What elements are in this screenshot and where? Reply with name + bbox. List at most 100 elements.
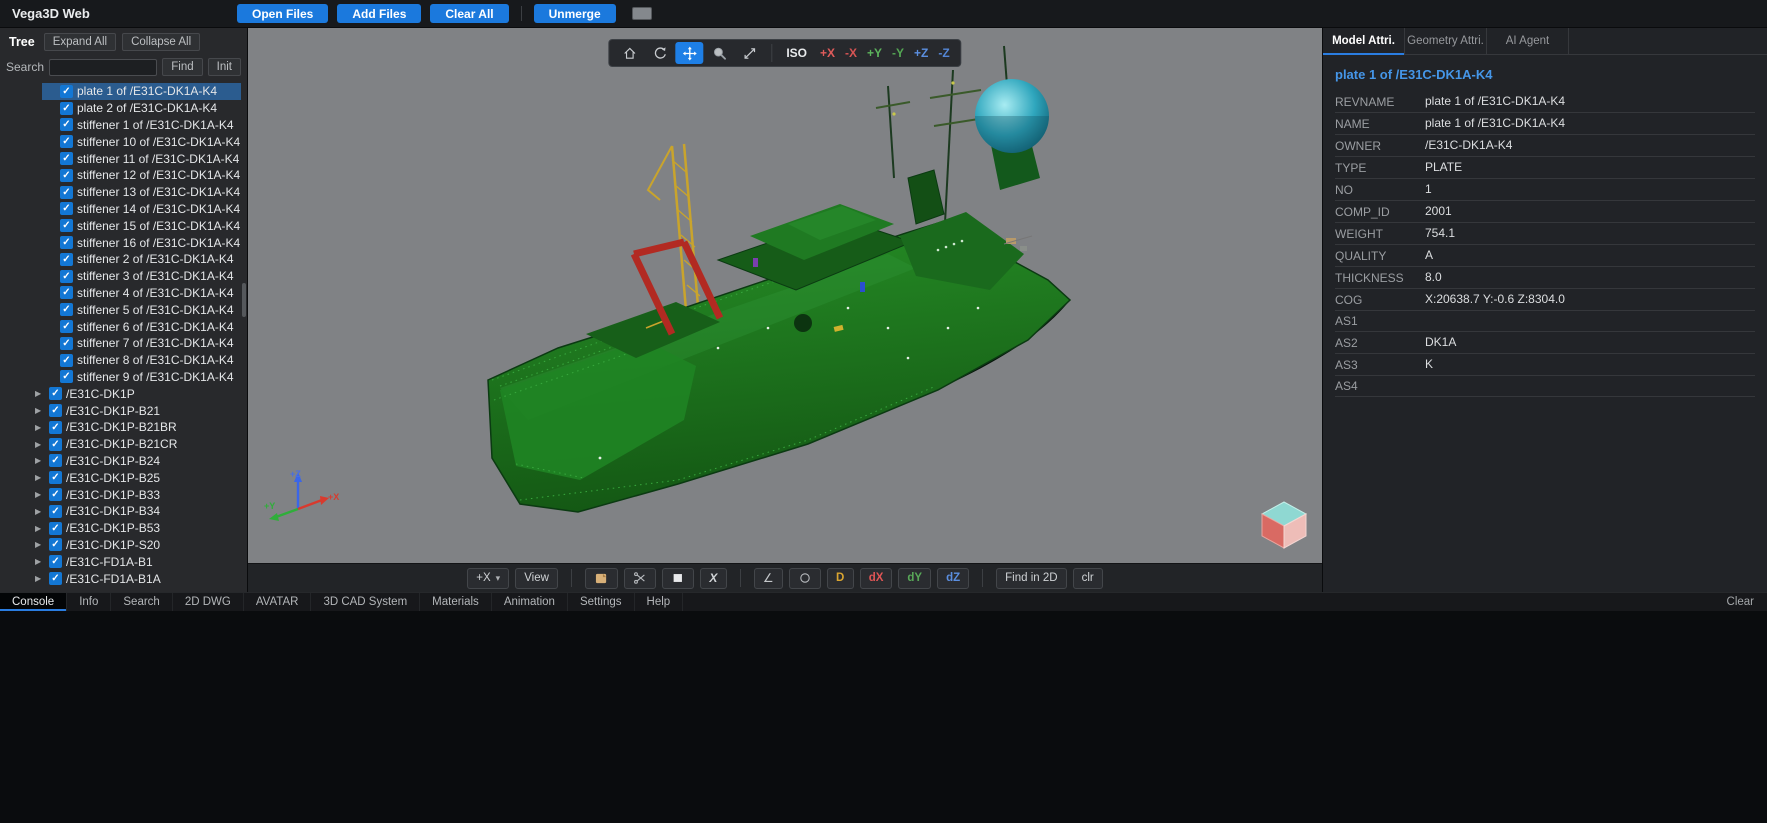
tree-item[interactable]: ✓ stiffener 6 of /E31C-DK1A-K4 (42, 318, 241, 335)
tree-item[interactable]: ▶ ✓ /E31C-DK1P-B21 (0, 402, 241, 419)
tab-geometry-attri[interactable]: Geometry Attri. (1405, 28, 1487, 54)
tree-item[interactable]: ▶ ✓ /E31C-FD1A-B1 (0, 553, 241, 570)
checkbox[interactable]: ✓ (49, 504, 62, 518)
checkbox[interactable]: ✓ (60, 286, 73, 300)
tree-scrollbar[interactable] (242, 283, 246, 317)
checkbox[interactable]: ✓ (49, 454, 62, 468)
checkbox[interactable]: ✓ (49, 471, 62, 485)
tree-item[interactable]: ▶ ✓ /E31C-DK1P-B21BR (0, 419, 241, 436)
checkbox[interactable]: ✓ (49, 420, 62, 434)
collapse-all-button[interactable]: Collapse All (122, 32, 201, 51)
tree-item[interactable]: ✓ stiffener 8 of /E31C-DK1A-K4 (42, 352, 241, 369)
dz-delta-button[interactable]: dZ (937, 567, 970, 589)
checkbox[interactable]: ✓ (60, 336, 73, 350)
angle-button[interactable]: ∠ (753, 567, 783, 589)
expand-arrow-icon[interactable]: ▶ (35, 423, 46, 432)
checkbox[interactable]: ✓ (49, 555, 62, 569)
checkbox[interactable]: ✓ (60, 101, 73, 115)
checkbox[interactable]: ✓ (49, 404, 62, 418)
axis-view-minus-Y[interactable]: -Y (892, 46, 904, 60)
tree-item[interactable]: ▶ ✓ /E31C-DK1P (0, 385, 241, 402)
bottom-tab-materials[interactable]: Materials (420, 593, 492, 611)
circle-button[interactable] (788, 567, 821, 589)
axis-select[interactable]: +X ▾ (467, 567, 510, 589)
tree-item[interactable]: ✓ stiffener 2 of /E31C-DK1A-K4 (42, 251, 241, 268)
tree-item[interactable]: ✓ stiffener 12 of /E31C-DK1A-K4 (42, 167, 241, 184)
checkbox[interactable]: ✓ (60, 320, 73, 334)
axis-view-minus-X[interactable]: -X (845, 46, 857, 60)
checkbox[interactable]: ✓ (49, 572, 62, 585)
tree-item[interactable]: ✓ stiffener 4 of /E31C-DK1A-K4 (42, 285, 241, 302)
tree-item[interactable]: ▶ ✓ /E31C-DK1P-B53 (0, 520, 241, 537)
bottom-tab-3d-cad-system[interactable]: 3D CAD System (311, 593, 421, 611)
dy-delta-button[interactable]: dY (898, 567, 932, 589)
find-in-2d-button[interactable]: Find in 2D (996, 567, 1067, 589)
console-clear-button[interactable]: Clear (1721, 593, 1760, 611)
ship-model[interactable] (248, 28, 1322, 563)
axis-view-plusminus-Y[interactable]: +Y (867, 46, 882, 60)
bottom-tab-animation[interactable]: Animation (492, 593, 568, 611)
checkbox[interactable]: ✓ (60, 303, 73, 317)
tab-ai-agent[interactable]: AI Agent (1487, 28, 1569, 54)
checkbox[interactable]: ✓ (60, 370, 73, 384)
bottom-tab-avatar[interactable]: AVATAR (244, 593, 312, 611)
unmerge-button[interactable]: Unmerge (533, 4, 616, 23)
plane-button[interactable] (661, 567, 694, 589)
bottom-tab-2d-dwg[interactable]: 2D DWG (173, 593, 244, 611)
expand-all-button[interactable]: Expand All (43, 32, 117, 51)
tree-item[interactable]: ✓ stiffener 13 of /E31C-DK1A-K4 (42, 184, 241, 201)
search-input[interactable] (49, 58, 158, 76)
add-files-button[interactable]: Add Files (337, 4, 422, 23)
tree-item[interactable]: ▶ ✓ /E31C-DK1P-B25 (0, 469, 241, 486)
tree-item[interactable]: ✓ stiffener 16 of /E31C-DK1A-K4 (42, 234, 241, 251)
tree-item[interactable]: ▶ ✓ /E31C-DK1P-S20 (0, 537, 241, 554)
tree-item[interactable]: ✓ stiffener 11 of /E31C-DK1A-K4 (42, 150, 241, 167)
expand-arrow-icon[interactable]: ▶ (35, 524, 46, 533)
checkbox[interactable]: ✓ (60, 236, 73, 250)
checkbox[interactable]: ✓ (49, 387, 62, 401)
bottom-tab-console[interactable]: Console (0, 593, 68, 611)
fit-tool-button[interactable] (735, 42, 763, 64)
clip-plane-button[interactable] (584, 567, 618, 589)
nav-cube[interactable] (1258, 498, 1310, 550)
find-button[interactable]: Find (162, 58, 203, 76)
tree-item[interactable]: ✓ plate 1 of /E31C-DK1A-K4 (42, 83, 241, 100)
tree-item[interactable]: ✓ stiffener 10 of /E31C-DK1A-K4 (42, 133, 241, 150)
checkbox[interactable]: ✓ (49, 521, 62, 535)
rotate-tool-button[interactable] (645, 42, 673, 64)
expand-arrow-icon[interactable]: ▶ (35, 440, 46, 449)
checkbox[interactable]: ✓ (60, 202, 73, 216)
tree-item[interactable]: ✓ stiffener 14 of /E31C-DK1A-K4 (42, 201, 241, 218)
checkbox[interactable]: ✓ (60, 118, 73, 132)
axis-view-plusminus-Z[interactable]: +Z (914, 46, 928, 60)
checkbox[interactable]: ✓ (60, 269, 73, 283)
bottom-tab-search[interactable]: Search (111, 593, 173, 611)
checkbox[interactable]: ✓ (60, 84, 73, 98)
d-delta-button[interactable]: D (826, 567, 854, 589)
open-files-button[interactable]: Open Files (237, 4, 329, 23)
view-button[interactable]: View (515, 567, 558, 589)
checkbox[interactable]: ✓ (49, 488, 62, 502)
checkbox[interactable]: ✓ (49, 538, 62, 552)
dx-delta-button[interactable]: dX (859, 567, 893, 589)
clear-all-button[interactable]: Clear All (430, 4, 509, 23)
expand-arrow-icon[interactable]: ▶ (35, 389, 46, 398)
zoom-tool-button[interactable] (705, 42, 733, 64)
iso-view-button[interactable]: ISO (786, 46, 807, 60)
bottom-tab-settings[interactable]: Settings (568, 593, 635, 611)
init-button[interactable]: Init (207, 58, 241, 76)
tree-item[interactable]: ✓ stiffener 5 of /E31C-DK1A-K4 (42, 301, 241, 318)
tree-item[interactable]: ▶ ✓ /E31C-DK1P-B21CR (0, 436, 241, 453)
bottom-tab-help[interactable]: Help (635, 593, 684, 611)
tree-item[interactable]: ✓ stiffener 3 of /E31C-DK1A-K4 (42, 268, 241, 285)
tree-item[interactable]: ✓ stiffener 1 of /E31C-DK1A-K4 (42, 117, 241, 134)
expand-arrow-icon[interactable]: ▶ (35, 507, 46, 516)
tree-item[interactable]: ✓ stiffener 15 of /E31C-DK1A-K4 (42, 217, 241, 234)
expand-arrow-icon[interactable]: ▶ (35, 473, 46, 482)
bottom-tab-info[interactable]: Info (67, 593, 112, 611)
tree-item[interactable]: ▶ ✓ /E31C-FD1A-B1A (0, 570, 241, 587)
tree-item[interactable]: ▶ ✓ /E31C-DK1P-B34 (0, 503, 241, 520)
clr-button[interactable]: clr (1072, 567, 1103, 589)
axis-view-minus-Z[interactable]: -Z (938, 46, 949, 60)
checkbox[interactable]: ✓ (60, 252, 73, 266)
